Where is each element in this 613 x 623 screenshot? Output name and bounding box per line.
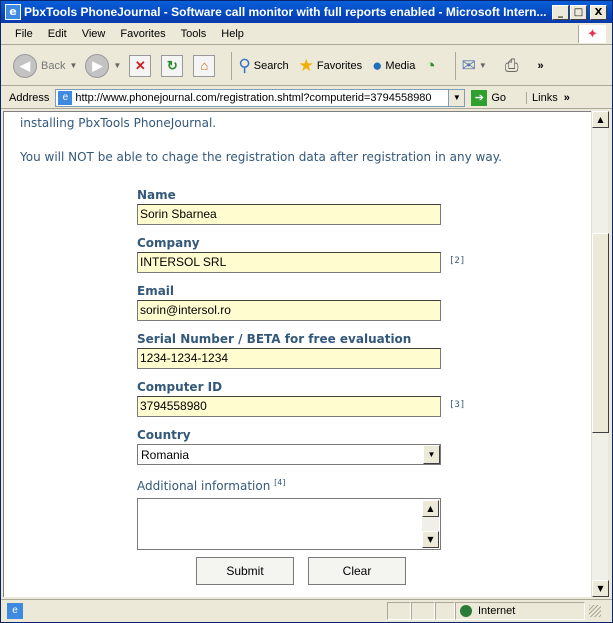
forward-arrow-icon[interactable]: ▶	[85, 53, 110, 78]
mail-icon: ✉	[461, 55, 476, 75]
printer-icon: ⎙	[504, 55, 519, 75]
warning-text: You will NOT be able to chage the regist…	[20, 150, 502, 164]
history-button[interactable]: ◔	[425, 56, 438, 76]
name-label: Name	[137, 188, 176, 202]
submit-button[interactable]: Submit	[196, 557, 294, 585]
scroll-down-icon[interactable]: ▼	[592, 580, 609, 597]
scroll-up-icon[interactable]: ▲	[592, 111, 609, 128]
home-icon[interactable]: ⌂	[193, 54, 216, 77]
maximize-button[interactable]: □	[570, 4, 587, 20]
address-label: Address	[9, 91, 50, 104]
internet-globe-icon	[460, 605, 472, 617]
ie-icon: e	[5, 4, 21, 20]
clear-button[interactable]: Clear	[308, 557, 406, 585]
go-arrow-icon: ➔	[471, 89, 488, 106]
status-cell-3	[435, 602, 455, 620]
email-label: Email	[137, 284, 175, 298]
computer-id-footnote[interactable]: [3]	[449, 400, 465, 410]
stop-icon[interactable]: ✕	[129, 54, 152, 77]
computer-id-input[interactable]: 3794558980	[137, 396, 441, 417]
textarea-scrollbar[interactable]: ▲ ▼	[422, 500, 439, 548]
page-content: installing PbxTools PhoneJournal. You wi…	[3, 111, 591, 597]
forward-dropdown-icon[interactable]: ▼	[113, 61, 121, 70]
back-arrow-icon[interactable]: ◀	[13, 53, 37, 78]
country-label: Country	[137, 428, 191, 442]
company-footnote[interactable]: [2]	[449, 256, 465, 266]
address-bar: Address e http://www.phonejournal.com/re…	[1, 87, 612, 109]
address-url: http://www.phonejournal.com/registration…	[75, 91, 432, 104]
zone-label: Internet	[478, 605, 516, 617]
links-chevron-icon[interactable]: »	[564, 92, 570, 104]
additional-info-label: Additional information [4]	[137, 474, 477, 493]
textarea-scroll-down-icon[interactable]: ▼	[422, 531, 439, 548]
favorites-label: Favorites	[316, 59, 363, 72]
country-dropdown-icon[interactable]: ▼	[423, 445, 440, 464]
history-icon: ◔	[425, 55, 436, 75]
additional-info-footnote[interactable]: [4]	[274, 478, 285, 487]
address-input[interactable]: e http://www.phonejournal.com/registrati…	[55, 88, 466, 107]
windows-logo-icon: ✦	[578, 25, 606, 43]
page-scrollbar[interactable]: ▲ ▼	[591, 111, 609, 597]
status-bar: e Internet	[1, 599, 612, 622]
toolbar: ◀ Back ▼ ▶ ▼ ✕ ↻ ⌂ ⚲ Search ★ Favorites …	[1, 46, 612, 86]
media-label: Media	[385, 59, 416, 72]
go-label: Go	[491, 91, 507, 104]
media-globe-icon: ●	[372, 55, 383, 75]
mail-button[interactable]: ✉ ▼	[462, 56, 495, 76]
status-cell-2	[411, 602, 435, 620]
star-icon: ★	[298, 55, 314, 75]
serial-input[interactable]: 1234-1234-1234	[137, 348, 441, 369]
email-input[interactable]: sorin@intersol.ro	[137, 300, 441, 321]
back-button[interactable]: Back	[41, 60, 65, 72]
additional-info-text: Additional information	[137, 479, 271, 493]
security-zone: Internet	[455, 602, 585, 620]
toolbar-divider-2	[454, 51, 456, 80]
address-dropdown-icon[interactable]: ▼	[448, 89, 465, 106]
minimize-button[interactable]: _	[552, 4, 569, 20]
toolbar-chevron-icon[interactable]: »	[537, 60, 543, 72]
window-title: PbxTools PhoneJournal - Software call mo…	[24, 5, 547, 19]
menu-favorites[interactable]: Favorites	[120, 28, 165, 40]
mail-dropdown-icon: ▼	[478, 61, 487, 70]
media-button[interactable]: ● Media	[372, 56, 415, 76]
search-label: Search	[253, 59, 289, 72]
print-button[interactable]: ⎙	[505, 56, 522, 76]
browser-window: e PbxTools PhoneJournal - Software call …	[0, 0, 613, 623]
status-cell-1	[387, 602, 411, 620]
intro-text: installing PbxTools PhoneJournal.	[20, 116, 217, 130]
menu-edit[interactable]: Edit	[48, 28, 67, 40]
page-icon: e	[58, 90, 73, 105]
additional-info-textarea[interactable]: ▲ ▼	[137, 498, 441, 550]
menu-bar: File Edit View Favorites Tools Help ✦	[1, 23, 612, 45]
links-button[interactable]: Links	[526, 91, 558, 104]
search-icon: ⚲	[238, 55, 251, 75]
menu-help[interactable]: Help	[221, 28, 244, 40]
registration-form: Name Sorin Sbarnea Company INTERSOL SRL …	[137, 186, 477, 550]
name-input[interactable]: Sorin Sbarnea	[137, 204, 441, 225]
computer-id-label: Computer ID	[137, 380, 223, 394]
company-label: Company	[137, 236, 200, 250]
close-button[interactable]: X	[590, 4, 607, 20]
form-buttons: Submit Clear	[196, 557, 420, 585]
toolbar-divider	[231, 51, 233, 80]
menu-tools[interactable]: Tools	[181, 28, 207, 40]
country-select[interactable]: Romania ▼	[137, 444, 441, 465]
textarea-scroll-up-icon[interactable]: ▲	[422, 500, 439, 517]
menu-view[interactable]: View	[82, 28, 106, 40]
favorites-button[interactable]: ★ Favorites	[299, 56, 363, 76]
status-text-area	[27, 602, 387, 620]
search-button[interactable]: ⚲ Search	[238, 56, 288, 76]
scroll-thumb[interactable]	[592, 233, 609, 433]
company-input[interactable]: INTERSOL SRL	[137, 252, 441, 273]
country-value: Romania	[141, 447, 190, 462]
status-page-icon: e	[7, 603, 23, 619]
back-dropdown-icon[interactable]: ▼	[69, 61, 77, 70]
refresh-icon[interactable]: ↻	[161, 54, 184, 77]
title-bar: e PbxTools PhoneJournal - Software call …	[1, 1, 612, 23]
go-button[interactable]: ➔ Go	[471, 89, 507, 106]
serial-label: Serial Number / BETA for free evaluation	[137, 332, 412, 346]
menu-file[interactable]: File	[15, 28, 33, 40]
resize-grip-icon[interactable]	[589, 605, 601, 617]
